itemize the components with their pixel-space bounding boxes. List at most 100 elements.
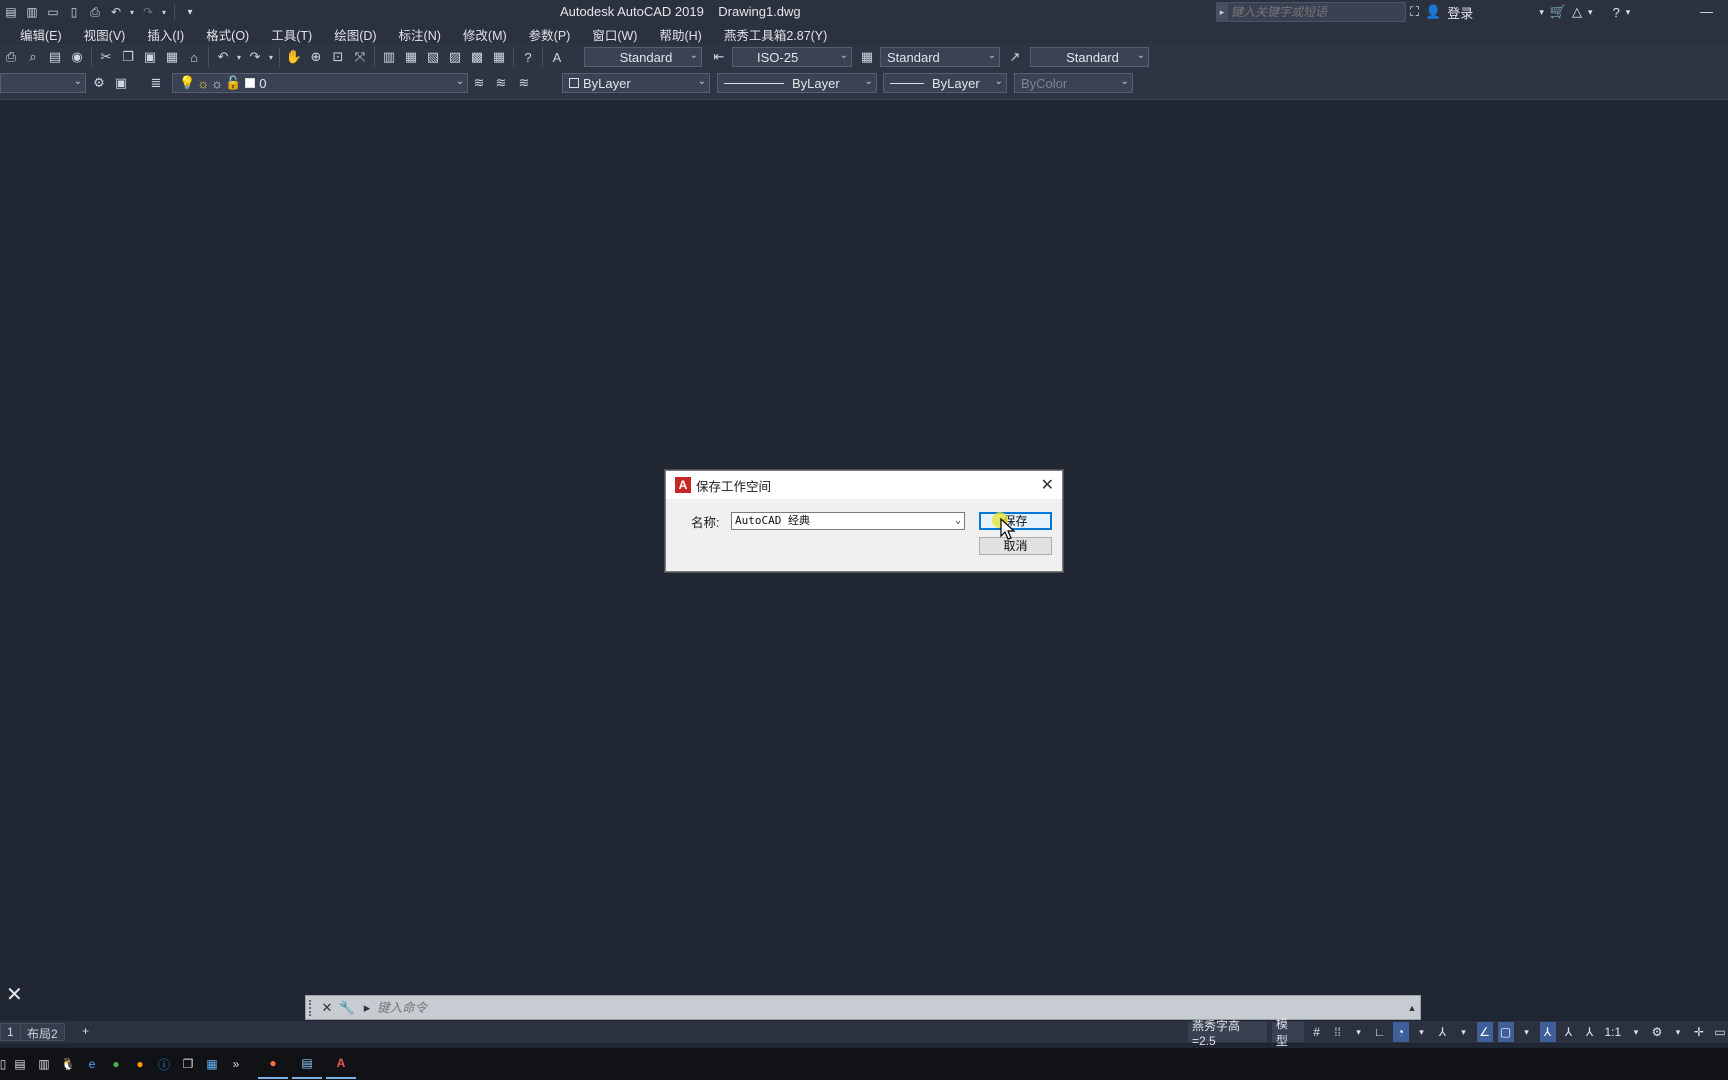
copy-icon[interactable]: ❐ (117, 46, 139, 68)
layer-state-icon[interactable]: ≋ (513, 72, 535, 94)
ortho-icon[interactable]: ∟ (1372, 1022, 1388, 1042)
object-snap-dropdown-icon[interactable]: ▾ (1519, 1022, 1535, 1042)
save-as-icon[interactable]: ▥ (23, 3, 41, 21)
autodesk-app-icon[interactable]: △ (1572, 4, 1582, 20)
info-app-icon[interactable]: ⓘ (154, 1054, 174, 1074)
menu-parametric[interactable]: 参数(P) (518, 25, 582, 44)
cart-icon[interactable]: 🛒 (1550, 4, 1566, 20)
menu-insert[interactable]: 插入(I) (136, 25, 195, 44)
linetype-select[interactable]: ByLayer ⌄ (717, 73, 877, 93)
menu-tools[interactable]: 工具(T) (260, 25, 323, 44)
text-style-select[interactable]: Standard ⌄ (584, 47, 702, 67)
document-icon[interactable]: ▥ (34, 1054, 54, 1074)
redo-icon[interactable]: ↷ (139, 3, 157, 21)
color-select[interactable]: ByLayer ⌄ (562, 73, 710, 93)
login-link[interactable]: 登录 (1447, 3, 1473, 22)
polar-dropdown-icon[interactable]: ▾ (1414, 1022, 1430, 1042)
multileader-style-icon[interactable]: ↗ (1004, 46, 1026, 68)
menu-help[interactable]: 帮助(H) (648, 25, 712, 44)
menu-dimension[interactable]: 标注(N) (388, 25, 452, 44)
workspace-select[interactable]: ⌄ (0, 73, 86, 93)
add-layout-tab[interactable]: + (76, 1023, 95, 1041)
publish-icon[interactable]: ▯ (65, 3, 83, 21)
block-editor-icon[interactable]: ⌂ (183, 46, 205, 68)
text-height-indicator[interactable]: 燕秀字高=2.5 (1188, 1019, 1267, 1048)
binoculars-icon[interactable]: ⛶ (1410, 4, 1419, 20)
fullscreen-icon[interactable]: ▭ (1712, 1022, 1728, 1042)
text-style-icon[interactable]: A (546, 46, 568, 68)
redo-dropdown-icon[interactable]: ▾ (266, 46, 276, 68)
search-box[interactable] (1216, 2, 1406, 22)
notepad-icon[interactable]: ▤ (10, 1054, 30, 1074)
undo-dropdown-icon[interactable]: ▾ (128, 3, 136, 21)
publish-web-icon[interactable]: ◉ (66, 46, 88, 68)
zoom-previous-icon[interactable]: ⤧ (349, 46, 371, 68)
search-expand-icon[interactable]: ▸ (1216, 2, 1228, 22)
login-dropdown-icon[interactable]: ▾ (1539, 7, 1544, 18)
tool-palettes-icon[interactable]: ▧ (422, 46, 444, 68)
redo-dropdown-icon[interactable]: ▾ (160, 3, 168, 21)
command-input[interactable] (377, 1000, 1404, 1015)
copy-app-icon[interactable]: ❐ (178, 1054, 198, 1074)
scale-dropdown-icon[interactable]: ▾ (1628, 1022, 1644, 1042)
drag-handle[interactable] (309, 999, 317, 1016)
workspace-name-combobox[interactable]: AutoCAD 经典 ⌄ (731, 512, 965, 530)
workspace-switch-icon[interactable]: ⚙ (1649, 1022, 1665, 1042)
annotation-scale-icon[interactable]: ⅄ (1582, 1022, 1598, 1042)
lineweight-select[interactable]: ByLayer ⌄ (883, 73, 1007, 93)
cut-icon[interactable]: ✂ (95, 46, 117, 68)
multileader-style-select[interactable]: Standard ⌄ (1030, 47, 1149, 67)
app-dropdown-icon[interactable]: ▾ (1588, 7, 1593, 18)
plot-icon[interactable]: ⎙ (86, 3, 104, 21)
menu-format[interactable]: 格式(O) (195, 25, 260, 44)
markup-icon[interactable]: ▩ (466, 46, 488, 68)
save-icon[interactable]: ▤ (2, 3, 20, 21)
close-icon[interactable]: ✕ (317, 1000, 337, 1016)
ie-browser-icon[interactable]: e (82, 1054, 102, 1074)
close-icon[interactable]: ✕ (1041, 475, 1054, 495)
customize-wrench-icon[interactable]: 🔧 (337, 1000, 357, 1016)
open-icon[interactable]: ▭ (44, 3, 62, 21)
undo-icon[interactable]: ↶ (107, 3, 125, 21)
undo-icon[interactable]: ↶ (212, 46, 234, 68)
sheet-set-icon[interactable]: ▨ (444, 46, 466, 68)
redo-icon[interactable]: ↷ (244, 46, 266, 68)
autocad-taskbar-icon[interactable]: A (326, 1049, 356, 1079)
annotation-visibility-icon[interactable]: ⅄ (1539, 1022, 1556, 1042)
menu-view[interactable]: 视图(V) (73, 25, 137, 44)
more-apps-icon[interactable]: » (226, 1054, 246, 1074)
customize-qat-icon[interactable]: ▾ (181, 3, 199, 21)
minimize-icon[interactable]: — (1700, 4, 1713, 19)
crosshair-icon[interactable]: ✛ (1691, 1022, 1707, 1042)
menu-window[interactable]: 窗口(W) (581, 25, 648, 44)
zoom-realtime-icon[interactable]: ⊕ (305, 46, 327, 68)
undo-dropdown-icon[interactable]: ▾ (234, 46, 244, 68)
chevron-down-icon[interactable]: ⌄ (955, 513, 961, 529)
dimension-style-select[interactable]: ISO-25 ⌄ (732, 47, 852, 67)
isodraft-dropdown-icon[interactable]: ▾ (1456, 1022, 1472, 1042)
auto-scale-icon[interactable]: ⅄ (1561, 1022, 1577, 1042)
menu-modify[interactable]: 修改(M) (452, 25, 518, 44)
model-space-button[interactable]: 模型 (1271, 1017, 1304, 1048)
snap-icon[interactable]: ⁞⁞ (1330, 1022, 1346, 1042)
command-prompt-icon[interactable]: ▸ (357, 1000, 377, 1016)
design-center-icon[interactable]: ▦ (400, 46, 422, 68)
menu-yanxiu-toolbox[interactable]: 燕秀工具箱2.87(Y) (713, 25, 839, 44)
plot-icon[interactable]: ⎙ (0, 46, 22, 68)
paste-icon[interactable]: ▣ (139, 46, 161, 68)
firefox-taskbar-icon[interactable]: ● (258, 1049, 288, 1079)
plot-preview-icon[interactable]: ⌕ (22, 46, 44, 68)
table-style-icon[interactable]: ▦ (856, 46, 878, 68)
command-history-icon[interactable]: ▲ (1404, 1003, 1420, 1013)
layout-tab-1[interactable]: 1 (0, 1023, 21, 1041)
properties-icon[interactable]: ▥ (378, 46, 400, 68)
dimension-style-icon[interactable]: ⇤ (708, 46, 730, 68)
snap-dropdown-icon[interactable]: ▾ (1351, 1022, 1367, 1042)
make-object-layer-current-icon[interactable]: ≋ (468, 72, 490, 94)
workspace-toggle-icon[interactable]: ▣ (110, 72, 132, 94)
search-input[interactable] (1231, 5, 1401, 19)
green-app-icon[interactable]: ● (106, 1054, 126, 1074)
match-properties-icon[interactable]: ▦ (161, 46, 183, 68)
grid-icon[interactable]: # (1309, 1022, 1325, 1042)
qq-icon[interactable]: 🐧 (58, 1054, 78, 1074)
